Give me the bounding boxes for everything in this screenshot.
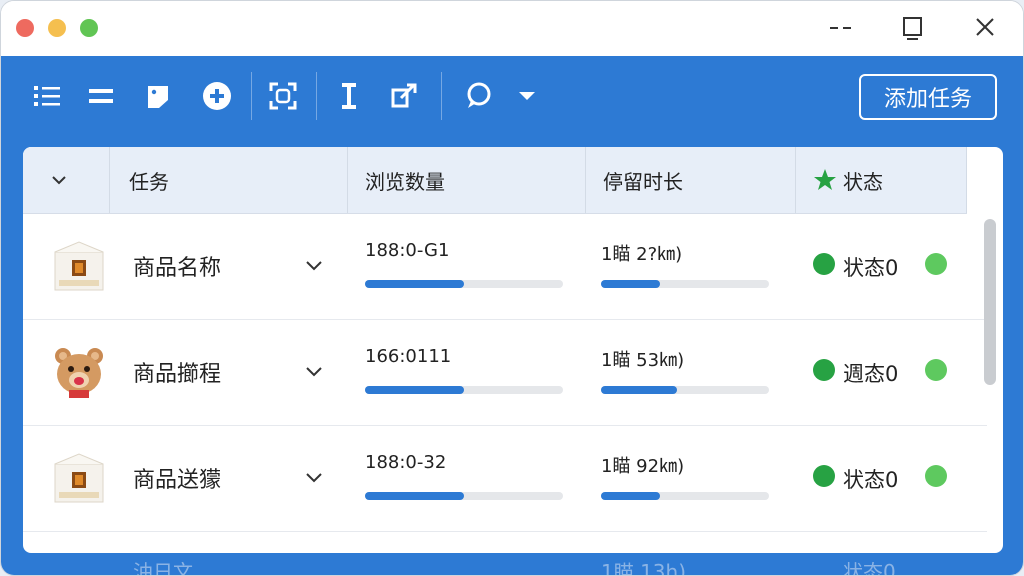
views-value: 188:0-32 (365, 452, 447, 473)
zoom-traffic-button[interactable] (80, 19, 98, 37)
minimize-traffic-button[interactable] (48, 19, 66, 37)
toolbar-divider (316, 72, 317, 120)
collapse-button[interactable] (83, 78, 119, 114)
close-traffic-button[interactable] (16, 19, 34, 37)
duration-progress-track (601, 280, 769, 288)
add-task-button[interactable]: 添加任务 (859, 74, 997, 120)
scan-frame-icon (269, 82, 297, 110)
teddy-bear-image (55, 348, 103, 398)
table-row[interactable]: 商品擳程 166:0111 1瞄 53㎞) 週态0 (23, 320, 987, 426)
duration-progress-fill (601, 386, 677, 394)
tag-button[interactable] (141, 78, 177, 114)
dropdown-caret-icon (519, 92, 535, 100)
comment-button[interactable] (460, 78, 496, 114)
table-row[interactable]: 商品送獴 188:0-32 1瞄 92㎞) 状态0 (23, 426, 987, 532)
minus-bar-icon (89, 89, 113, 103)
plus-circle-icon (203, 82, 231, 110)
gift-box-image (54, 453, 104, 503)
duration-value: 1瞄 2?㎞) (601, 244, 683, 265)
minimize-button[interactable] (826, 13, 858, 43)
duration-value: 1瞄 53㎞) (601, 350, 685, 371)
header-divider (347, 147, 348, 213)
header-divider (966, 147, 967, 213)
scan-button[interactable] (265, 78, 301, 114)
header-status-label: 状态 (843, 169, 883, 194)
header-views[interactable]: 浏览数量 (365, 147, 445, 213)
speech-bubble-icon (467, 82, 491, 108)
list-icon (34, 86, 60, 106)
duration-value: 1瞄 92㎞) (601, 456, 685, 477)
maximize-button[interactable] (896, 13, 928, 43)
views-progress-track (365, 280, 563, 288)
list-button[interactable] (29, 78, 65, 114)
status-indicator (813, 253, 835, 275)
toolbar-divider (441, 72, 442, 120)
chevron-down-icon[interactable] (303, 254, 325, 276)
views-progress-track (365, 386, 563, 394)
status-indicator (813, 465, 835, 487)
status-label: 状态0 (843, 468, 899, 492)
partial-row: 油日文 1瞄 13h) 状态0 (1, 554, 1023, 576)
product-name: 商品擳程 (133, 362, 222, 387)
views-progress-fill (365, 386, 464, 394)
toolbar-divider (251, 72, 252, 120)
table-header: 任务 浏览数量 停留时长 状态 (23, 147, 967, 214)
partial-row-name: 油日文 (133, 560, 193, 576)
partial-row-duration: 1瞄 13h) (601, 560, 687, 576)
status-label: 状态0 (843, 256, 899, 280)
online-indicator (925, 465, 947, 487)
task-table: 任务 浏览数量 停留时长 状态 商品名称 188:0-G1 1瞄 2?㎞) 状态… (23, 147, 1003, 553)
tag-icon (148, 86, 168, 108)
maximize-icon (903, 17, 922, 40)
text-cursor-icon (342, 83, 356, 109)
share-arrow-icon (391, 83, 417, 108)
views-progress-fill (365, 280, 464, 288)
partial-row-status: 状态0 (843, 560, 896, 576)
status-indicator (813, 359, 835, 381)
chevron-down-icon[interactable] (303, 466, 325, 488)
title-bar (1, 1, 1023, 56)
header-task[interactable]: 任务 (129, 147, 169, 213)
select-all-toggle[interactable] (49, 147, 69, 213)
chevron-down-icon[interactable] (303, 360, 325, 382)
app-window: 添加任务 任务 浏览数量 停留时长 状态 商品名称 188:0-G1 1瞄 2?… (0, 0, 1024, 576)
header-duration[interactable]: 停留时长 (603, 147, 683, 213)
close-button[interactable] (969, 13, 1001, 43)
header-divider (795, 147, 796, 213)
scrollbar-thumb[interactable] (984, 219, 996, 385)
toolbar: 添加任务 (1, 56, 1023, 146)
minimize-icon (830, 27, 851, 29)
close-icon (976, 18, 994, 36)
share-button[interactable] (387, 78, 423, 114)
header-divider (585, 147, 586, 213)
product-name: 商品名称 (133, 256, 222, 281)
header-status[interactable]: 状态 (813, 147, 883, 213)
header-divider (109, 147, 110, 213)
chevron-down-icon (52, 176, 66, 185)
status-label: 週态0 (843, 362, 899, 386)
add-button[interactable] (199, 78, 235, 114)
online-indicator (925, 359, 947, 381)
views-progress-fill (365, 492, 464, 500)
duration-progress-fill (601, 280, 660, 288)
online-indicator (925, 253, 947, 275)
views-value: 188:0-G1 (365, 240, 450, 261)
duration-progress-track (601, 492, 769, 500)
table-row[interactable]: 商品名称 188:0-G1 1瞄 2?㎞) 状态0 (23, 214, 987, 320)
gift-box-image (54, 241, 104, 291)
product-name: 商品送獴 (133, 468, 222, 493)
duration-progress-track (601, 386, 769, 394)
duration-progress-fill (601, 492, 660, 500)
more-dropdown-button[interactable] (509, 78, 545, 114)
star-icon (814, 169, 836, 190)
views-progress-track (365, 492, 563, 500)
text-button[interactable] (331, 78, 367, 114)
views-value: 166:0111 (365, 346, 452, 367)
